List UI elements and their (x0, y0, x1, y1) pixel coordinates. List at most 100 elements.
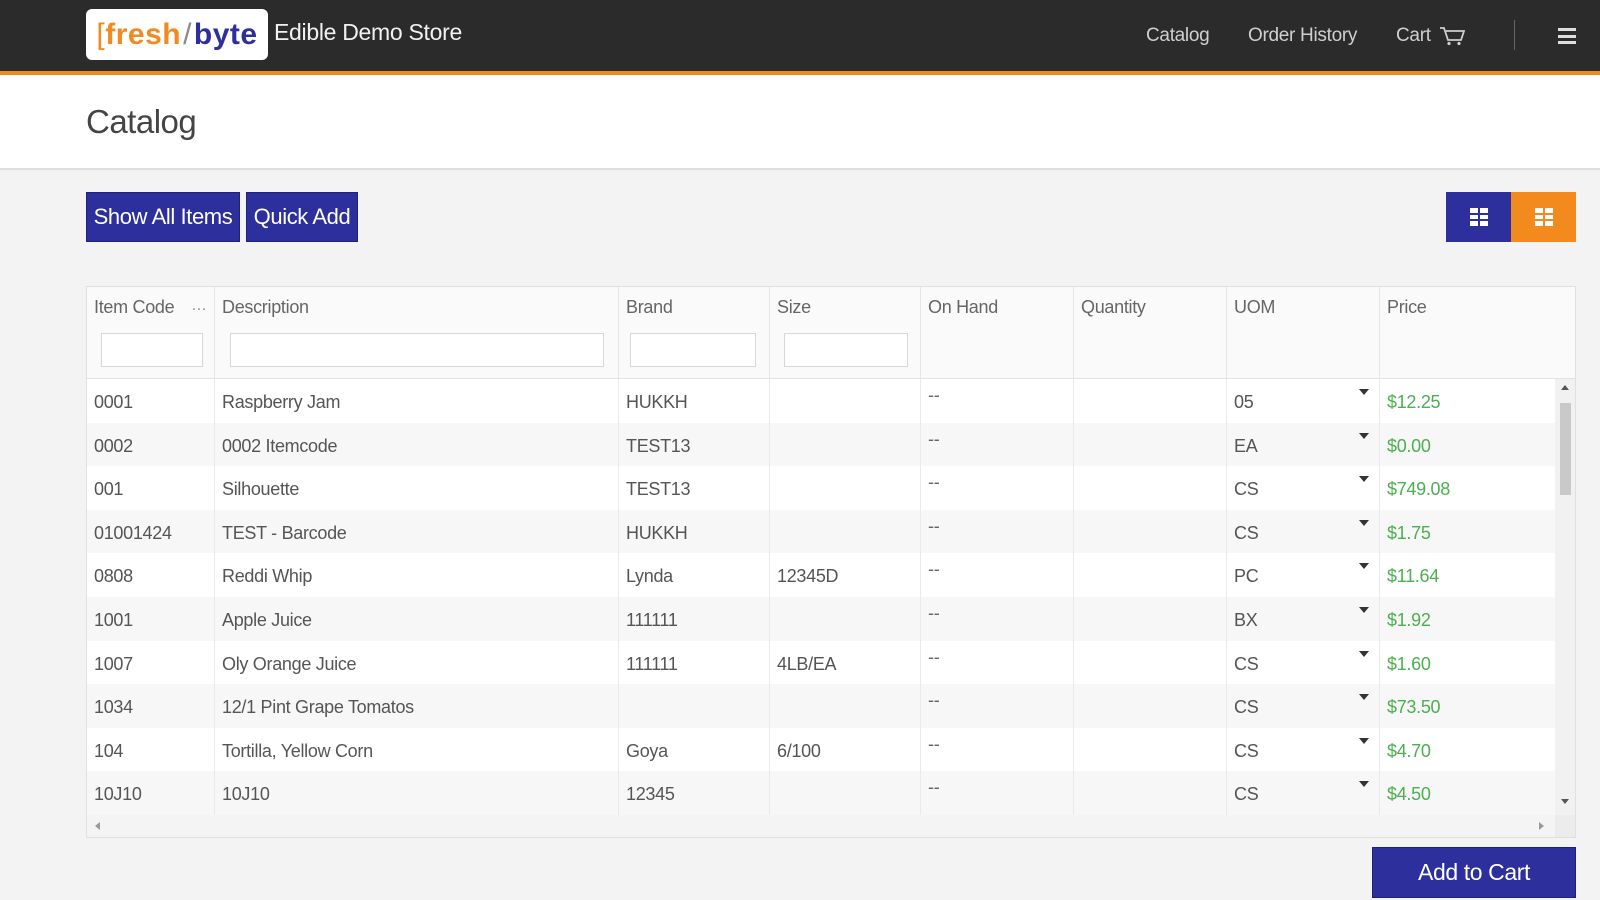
dropdown-caret-icon[interactable] (1359, 476, 1369, 483)
add-to-cart-button[interactable]: Add to Cart (1372, 847, 1576, 898)
table-row[interactable]: 10J10 10J10 12345 -- CS $4.50 (87, 771, 1555, 815)
uom-select[interactable]: CS (1227, 466, 1380, 510)
description-filter-input[interactable] (230, 333, 604, 367)
column-header-price[interactable]: Price (1380, 287, 1575, 379)
column-label: Quantity (1081, 297, 1146, 317)
size-cell (770, 509, 921, 554)
price-cell: $0.00 (1387, 435, 1431, 456)
uom-select[interactable]: CS (1227, 727, 1380, 772)
uom-value: CS (1234, 522, 1259, 543)
table-row[interactable]: 0002 0002 Itemcode TEST13 -- EA $0.00 (87, 422, 1555, 467)
vertical-scrollbar[interactable] (1555, 379, 1575, 815)
brand-cell: TEST13 (619, 466, 770, 510)
uom-select[interactable]: BX (1227, 597, 1380, 641)
dropdown-caret-icon[interactable] (1359, 432, 1369, 439)
description-cell: Raspberry Jam (215, 379, 619, 423)
quantity-cell[interactable] (1074, 466, 1227, 510)
quantity-cell[interactable] (1074, 597, 1227, 641)
brand-filter-input[interactable] (630, 333, 756, 367)
size-filter-input[interactable] (784, 333, 908, 367)
scroll-right-arrow-icon[interactable] (1539, 822, 1544, 830)
uom-select[interactable]: CS (1227, 684, 1380, 728)
column-label: UOM (1234, 297, 1276, 317)
uom-select[interactable]: 05 (1227, 379, 1380, 423)
quantity-cell[interactable] (1074, 771, 1227, 815)
column-menu-icon[interactable]: … (191, 297, 207, 315)
table-row[interactable]: 104 Tortilla, Yellow Corn Goya 6/100 -- CS $4.… (87, 727, 1555, 772)
nav-order-history-link[interactable]: Order History (1248, 25, 1357, 47)
table-row[interactable]: 1034 12/1 Pint Grape Tomatos -- CS $73.50 (87, 684, 1555, 728)
freshbyte-logo[interactable]: [fresh / byte (86, 9, 268, 60)
on-hand-cell: -- (921, 727, 1074, 772)
table-row[interactable]: 001 Silhouette TEST13 -- CS $749.08 (87, 466, 1555, 510)
catalog-table: Item Code … Description Brand Size On Ha… (86, 286, 1576, 838)
hamburger-menu-icon[interactable] (1558, 28, 1576, 44)
column-header-description[interactable]: Description (215, 287, 619, 379)
brand-cell: HUKKH (619, 509, 770, 554)
table-row[interactable]: 0808 Reddi Whip Lynda 12345D -- PC $11.64 (87, 553, 1555, 597)
item-code-cell: 1034 (87, 684, 215, 728)
brand-cell: 111111 (619, 597, 770, 641)
column-header-item-code[interactable]: Item Code … (87, 287, 215, 379)
scroll-up-arrow-icon[interactable] (1561, 385, 1569, 390)
nav-cart-link[interactable]: Cart (1396, 25, 1465, 47)
description-cell: Reddi Whip (215, 553, 619, 597)
item-code-filter-input[interactable] (101, 333, 203, 367)
uom-value: CS (1234, 653, 1259, 674)
table-row[interactable]: 1001 Apple Juice 111111 -- BX $1.92 (87, 597, 1555, 641)
table-body: 0001 Raspberry Jam HUKKH -- 05 $12.25 0002 0002… (87, 379, 1555, 815)
quantity-cell[interactable] (1074, 640, 1227, 685)
show-all-items-button[interactable]: Show All Items (86, 192, 240, 242)
dropdown-caret-icon[interactable] (1359, 781, 1369, 788)
uom-select[interactable]: CS (1227, 771, 1380, 815)
scroll-left-arrow-icon[interactable] (95, 822, 100, 830)
table-row[interactable]: 1007 Oly Orange Juice 111111 4LB/EA -- CS $1.6… (87, 640, 1555, 685)
scroll-down-arrow-icon[interactable] (1561, 799, 1569, 804)
dropdown-caret-icon[interactable] (1359, 519, 1369, 526)
item-code-cell: 104 (87, 727, 215, 772)
price-cell: $1.75 (1387, 522, 1431, 543)
scrollbar-corner (1555, 815, 1575, 837)
grid-view-button[interactable] (1446, 192, 1511, 242)
table-row[interactable]: 0001 Raspberry Jam HUKKH -- 05 $12.25 (87, 379, 1555, 423)
horizontal-scrollbar[interactable] (87, 815, 1555, 837)
uom-select[interactable]: PC (1227, 553, 1380, 597)
dropdown-caret-icon[interactable] (1359, 563, 1369, 570)
quantity-cell[interactable] (1074, 509, 1227, 554)
view-mode-toggle (1446, 192, 1576, 242)
dropdown-caret-icon[interactable] (1359, 389, 1369, 395)
brand-cell: Goya (619, 727, 770, 772)
quantity-cell[interactable] (1074, 422, 1227, 467)
description-cell: Tortilla, Yellow Corn (215, 727, 619, 772)
dropdown-caret-icon[interactable] (1359, 737, 1369, 744)
uom-select[interactable]: CS (1227, 509, 1380, 554)
table-header: Item Code … Description Brand Size On Ha… (87, 287, 1575, 379)
top-navbar: [fresh / byte Edible Demo Store Catalog Or… (0, 0, 1600, 71)
on-hand-cell: -- (921, 684, 1074, 728)
column-header-on-hand[interactable]: On Hand (921, 287, 1074, 379)
quantity-cell[interactable] (1074, 379, 1227, 423)
scrollbar-thumb[interactable] (1560, 403, 1571, 495)
dropdown-caret-icon[interactable] (1359, 607, 1369, 613)
dropdown-caret-icon[interactable] (1359, 694, 1369, 701)
dropdown-caret-icon[interactable] (1359, 650, 1369, 657)
quantity-cell[interactable] (1074, 727, 1227, 772)
list-view-button[interactable] (1511, 192, 1576, 242)
uom-select[interactable]: CS (1227, 640, 1380, 685)
column-header-quantity[interactable]: Quantity (1074, 287, 1227, 379)
column-header-brand[interactable]: Brand (619, 287, 770, 379)
grid-view-icon (1469, 208, 1488, 226)
quick-add-button[interactable]: Quick Add (246, 192, 358, 242)
column-header-uom[interactable]: UOM (1227, 287, 1380, 379)
on-hand-cell: -- (921, 379, 1074, 423)
column-header-size[interactable]: Size (770, 287, 921, 379)
price-cell: $1.92 (1387, 610, 1431, 630)
quantity-cell[interactable] (1074, 553, 1227, 597)
uom-select[interactable]: EA (1227, 422, 1380, 467)
table-row[interactable]: 01001424 TEST - Barcode HUKKH -- CS $1.75 (87, 509, 1555, 554)
quantity-cell[interactable] (1074, 684, 1227, 728)
column-label: Brand (626, 297, 673, 317)
nav-catalog-link[interactable]: Catalog (1146, 25, 1210, 47)
item-code-cell: 0001 (87, 379, 215, 423)
uom-value: CS (1234, 740, 1259, 761)
